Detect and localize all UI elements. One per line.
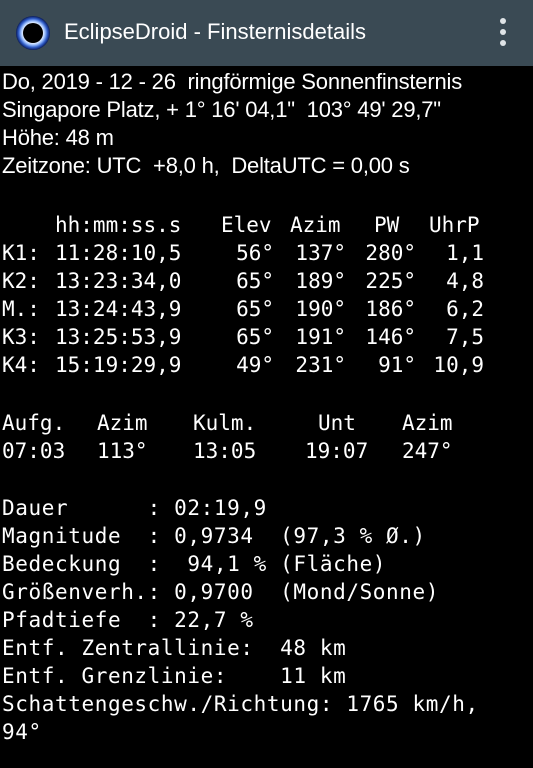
sunrise-azimuth: 113° [97, 439, 148, 463]
contact-pw: 91° [378, 353, 416, 377]
culmination-header: Kulm. [193, 411, 257, 435]
overflow-menu-dot [500, 40, 506, 46]
contact-elev: 49° [236, 353, 274, 377]
contact-elev: 56° [236, 241, 274, 265]
culmination-time: 13:05 [193, 439, 257, 463]
shadow-speed-direction: Schattengeschw./Richtung: 1765 km/h, [2, 692, 479, 716]
contact-uhrp: 7,5 [446, 325, 484, 349]
eclipse-icon [16, 16, 50, 50]
contact-elev: 65° [236, 297, 274, 321]
contact-uhrp: 4,8 [446, 269, 484, 293]
shadow-direction: 94° [2, 720, 42, 744]
contact-azim: 190° [295, 297, 346, 321]
column-header-pw: PW [374, 213, 400, 237]
contact-time: 15:19:29,9 [55, 353, 182, 377]
altitude: Höhe: 48 m [2, 125, 114, 150]
contact-elev: 65° [236, 269, 274, 293]
contact-pw: 225° [365, 269, 416, 293]
location-coordinates: Singapore Platz, + 1° 16' 04,1" 103° 49'… [2, 97, 441, 122]
size-ratio: Größenverh.: 0,9700 (Mond/Sonne) [2, 580, 440, 604]
contact-time: 13:24:43,9 [55, 297, 182, 321]
sunset-time: 19:07 [305, 439, 369, 463]
overflow-menu-dot [500, 29, 506, 35]
contact-uhrp: 10,9 [433, 353, 484, 377]
sunset-header: Unt [318, 411, 356, 435]
contact-uhrp: 1,1 [446, 241, 484, 265]
sunrise-time: 07:03 [2, 439, 66, 463]
contact-pw: 280° [365, 241, 416, 265]
contact-label: M.: [2, 297, 40, 321]
contact-label: K4: [2, 353, 40, 377]
column-header-uhrp: UhrP [429, 213, 480, 237]
timezone: Zeitzone: UTC +8,0 h, DeltaUTC = 0,00 s [2, 153, 410, 178]
overflow-menu-button[interactable] [488, 16, 518, 50]
contact-azim: 191° [295, 325, 346, 349]
distance-limit-line: Entf. Grenzlinie: 11 km [2, 664, 347, 688]
sunset-azimuth: 247° [402, 439, 453, 463]
obscuration: Bedeckung : 94,1 % (Fläche) [2, 552, 387, 576]
overflow-menu-icon [500, 18, 506, 24]
sunrise-header: Aufg. [2, 411, 66, 435]
contact-time: 13:23:34,0 [55, 269, 182, 293]
sunrise-azimuth-header: Azim [97, 411, 148, 435]
contact-time: 13:25:53,9 [55, 325, 182, 349]
contact-time: 11:28:10,5 [55, 241, 182, 265]
eclipse-date-type: Do, 2019 - 12 - 26 ringförmige Sonnenfin… [2, 69, 462, 94]
column-header-time: hh:mm:ss.s [55, 213, 182, 237]
contact-azim: 231° [295, 353, 346, 377]
distance-central-line: Entf. Zentrallinie: 48 km [2, 636, 347, 660]
app-title: EclipseDroid - Finsternisdetails [64, 19, 366, 44]
contact-azim: 189° [295, 269, 346, 293]
contact-uhrp: 6,2 [446, 297, 484, 321]
contact-pw: 186° [365, 297, 416, 321]
contact-pw: 146° [365, 325, 416, 349]
contact-elev: 65° [236, 325, 274, 349]
contact-azim: 137° [295, 241, 346, 265]
eclipse-details: Do, 2019 - 12 - 26 ringförmige Sonnenfin… [0, 66, 533, 768]
duration: Dauer : 02:19,9 [2, 496, 267, 520]
app-bar: EclipseDroid - Finsternisdetails [0, 0, 533, 66]
column-header-azim: Azim [290, 213, 341, 237]
path-depth: Pfadtiefe : 22,7 % [2, 608, 254, 632]
contact-label: K3: [2, 325, 40, 349]
column-header-elev: Elev [221, 213, 272, 237]
sunset-azimuth-header: Azim [402, 411, 453, 435]
magnitude: Magnitude : 0,9734 (97,3 % Ø.) [2, 524, 426, 548]
contact-label: K1: [2, 241, 40, 265]
contact-label: K2: [2, 269, 40, 293]
